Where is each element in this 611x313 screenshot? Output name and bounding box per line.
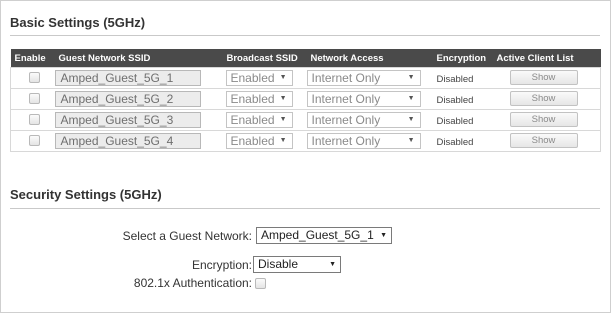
table-row: Amped_Guest_5G_4 Enabled ▼ Internet Only… — [10, 130, 601, 152]
encryption-status: Disabled — [436, 116, 474, 127]
table-row: Amped_Guest_5G_1 Enabled ▼ Internet Only… — [10, 67, 601, 89]
auth-checkbox[interactable] — [255, 278, 266, 289]
encryption-label: Encryption: — [191, 258, 252, 272]
broadcast-ssid-value: Enabled — [230, 133, 275, 148]
ssid-input[interactable]: Amped_Guest_5G_1 — [54, 69, 201, 86]
network-access-value: Internet Only — [311, 91, 381, 106]
network-access-select[interactable]: Internet Only ▼ — [306, 132, 421, 149]
column-header-broadcast-ssid: Broadcast SSID — [226, 52, 298, 64]
column-header-enable: Enable — [14, 52, 46, 64]
column-header-active-client-list: Active Client List — [496, 52, 574, 64]
chevron-down-icon: ▼ — [279, 136, 287, 144]
chevron-down-icon: ▼ — [407, 94, 415, 102]
broadcast-ssid-value: Enabled — [230, 112, 275, 127]
chevron-down-icon: ▼ — [380, 232, 387, 239]
guest-network-select[interactable]: Amped_Guest_5G_1 ▼ — [256, 227, 392, 244]
security-settings-title: Security Settings (5GHz) — [10, 187, 162, 202]
network-access-value: Internet Only — [311, 133, 381, 148]
ssid-input[interactable]: Amped_Guest_5G_4 — [54, 132, 201, 149]
auth-label: 802.1x Authentication: — [133, 276, 252, 290]
broadcast-ssid-value: Enabled — [230, 91, 275, 106]
table-row: Amped_Guest_5G_2 Enabled ▼ Internet Only… — [10, 88, 601, 110]
enable-checkbox[interactable] — [29, 135, 40, 147]
encryption-status: Disabled — [436, 95, 474, 106]
ssid-input[interactable]: Amped_Guest_5G_3 — [54, 111, 201, 128]
table-row: Amped_Guest_5G_3 Enabled ▼ Internet Only… — [10, 109, 601, 131]
chevron-down-icon: ▼ — [279, 115, 287, 123]
chevron-down-icon: ▼ — [279, 94, 287, 102]
broadcast-ssid-select[interactable]: Enabled ▼ — [225, 132, 293, 149]
network-access-select[interactable]: Internet Only ▼ — [306, 111, 421, 128]
network-access-value: Internet Only — [311, 70, 381, 85]
enable-checkbox[interactable] — [29, 93, 40, 105]
broadcast-ssid-select[interactable]: Enabled ▼ — [225, 90, 293, 107]
column-header-encryption: Encryption — [436, 52, 487, 64]
chevron-down-icon: ▼ — [279, 73, 287, 81]
guest-network-label: Select a Guest Network: — [122, 229, 252, 243]
enable-checkbox[interactable] — [29, 114, 40, 126]
column-header-ssid: Guest Network SSID — [58, 52, 151, 64]
broadcast-ssid-select[interactable]: Enabled ▼ — [225, 69, 293, 86]
guest-network-table: Enable Guest Network SSID Broadcast SSID… — [10, 49, 601, 152]
show-clients-button[interactable]: Show — [509, 91, 578, 107]
broadcast-ssid-value: Enabled — [230, 70, 275, 85]
encryption-value: Disable — [258, 257, 299, 271]
show-clients-button[interactable]: Show — [509, 112, 578, 128]
chevron-down-icon: ▼ — [407, 73, 415, 81]
column-header-network-access: Network Access — [310, 52, 384, 64]
guest-network-value: Amped_Guest_5G_1 — [261, 228, 374, 242]
show-clients-button[interactable]: Show — [509, 70, 578, 86]
encryption-select[interactable]: Disable ▼ — [253, 256, 341, 273]
enable-checkbox[interactable] — [29, 72, 40, 84]
network-access-select[interactable]: Internet Only ▼ — [306, 90, 421, 107]
encryption-status: Disabled — [436, 74, 474, 85]
security-settings-divider — [10, 208, 600, 209]
broadcast-ssid-select[interactable]: Enabled ▼ — [225, 111, 293, 128]
show-clients-button[interactable]: Show — [509, 133, 578, 149]
basic-settings-divider — [10, 35, 600, 36]
network-access-value: Internet Only — [311, 112, 381, 127]
basic-settings-title: Basic Settings (5GHz) — [10, 15, 146, 30]
settings-panel: Basic Settings (5GHz) Enable Guest Netwo… — [0, 0, 611, 313]
ssid-input[interactable]: Amped_Guest_5G_2 — [54, 90, 201, 107]
chevron-down-icon: ▼ — [407, 115, 415, 123]
network-access-select[interactable]: Internet Only ▼ — [306, 69, 421, 86]
chevron-down-icon: ▼ — [329, 261, 336, 268]
encryption-status: Disabled — [436, 137, 474, 148]
chevron-down-icon: ▼ — [407, 136, 415, 144]
table-header-row: Enable Guest Network SSID Broadcast SSID… — [10, 49, 601, 68]
